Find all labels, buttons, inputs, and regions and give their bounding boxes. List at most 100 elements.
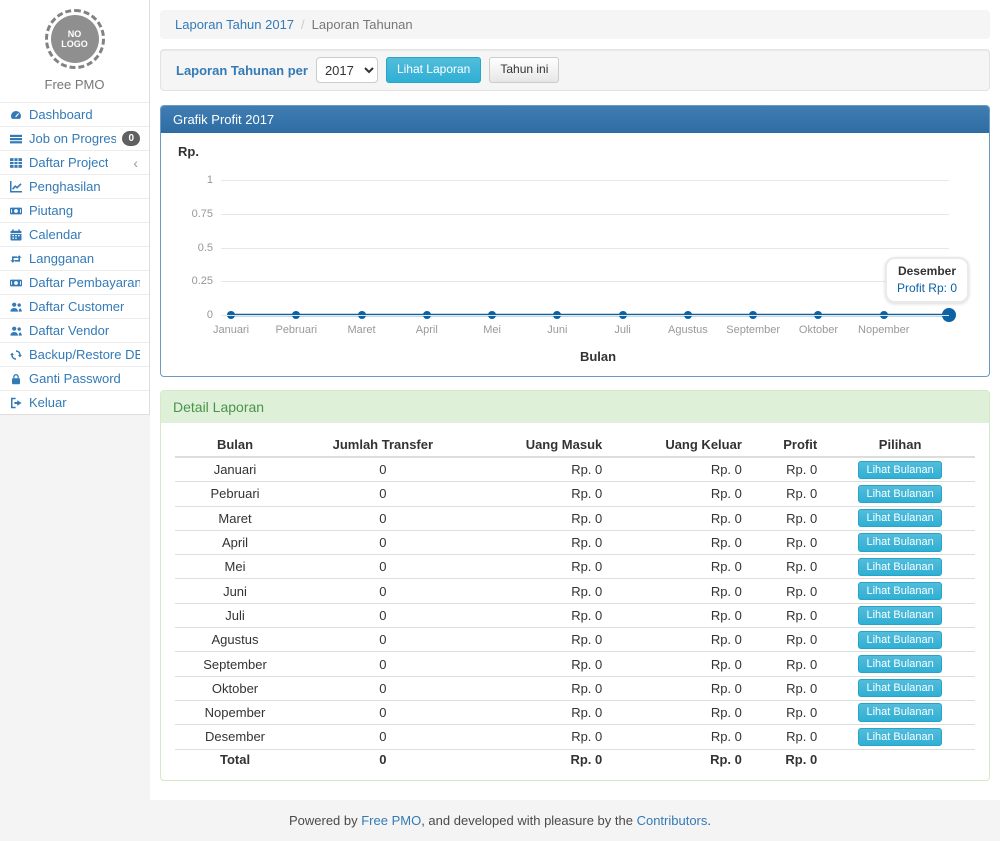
- breadcrumb-separator: /: [301, 17, 305, 32]
- column-header-bulan: Bulan: [175, 433, 295, 457]
- cell-bulan: Juli: [175, 603, 295, 627]
- sidebar-item-daftar-pembayaran[interactable]: Daftar Pembayaran: [0, 270, 149, 294]
- lihat-bulanan-button-januari[interactable]: Lihat Bulanan: [858, 461, 941, 479]
- table-row-oktober: Oktober0Rp. 0Rp. 0Rp. 0Lihat Bulanan: [175, 676, 975, 700]
- cell-pilihan: Lihat Bulanan: [825, 603, 975, 627]
- sidebar-item-label: Job on Progress: [29, 131, 116, 146]
- cell-profit: Rp. 0: [750, 579, 825, 603]
- cell-pilihan: Lihat Bulanan: [825, 579, 975, 603]
- sidebar-item-piutang[interactable]: Piutang: [0, 198, 149, 222]
- cell-uang_keluar: Rp. 0: [610, 628, 750, 652]
- table-row-maret: Maret0Rp. 0Rp. 0Rp. 0Lihat Bulanan: [175, 506, 975, 530]
- cell-uang_masuk: Rp. 0: [471, 700, 611, 724]
- lihat-bulanan-button-agustus[interactable]: Lihat Bulanan: [858, 631, 941, 649]
- footer: Powered by Free PMO, and developed with …: [0, 800, 1000, 841]
- cell-pilihan: Lihat Bulanan: [825, 676, 975, 700]
- lihat-laporan-button[interactable]: Lihat Laporan: [386, 57, 481, 83]
- cell-jumlah_transfer: 0: [295, 579, 471, 603]
- lihat-bulanan-button-nopember[interactable]: Lihat Bulanan: [858, 703, 941, 721]
- cell-uang_masuk: Rp. 0: [471, 482, 611, 506]
- lihat-bulanan-button-september[interactable]: Lihat Bulanan: [858, 655, 941, 673]
- cell-uang_keluar: Rp. 0: [610, 530, 750, 554]
- profit-chart-panel: Grafik Profit 2017 Rp. Desember Profit R…: [160, 105, 990, 377]
- footer-text-suffix: .: [707, 813, 711, 828]
- cell-uang_keluar: Rp. 0: [610, 700, 750, 724]
- breadcrumb-link-laporan-tahun[interactable]: Laporan Tahun 2017: [175, 17, 294, 32]
- sidebar-item-penghasilan[interactable]: Penghasilan: [0, 174, 149, 198]
- sidebar-item-daftar-vendor[interactable]: Daftar Vendor: [0, 318, 149, 342]
- lihat-bulanan-button-maret[interactable]: Lihat Bulanan: [858, 509, 941, 527]
- table-icon: [9, 157, 23, 169]
- sidebar-item-langganan[interactable]: Langganan: [0, 246, 149, 270]
- lihat-bulanan-button-mei[interactable]: Lihat Bulanan: [858, 558, 941, 576]
- cell-bulan: Pebruari: [175, 482, 295, 506]
- cell-bulan: Maret: [175, 506, 295, 530]
- cell-profit: Rp. 0: [750, 652, 825, 676]
- footer-link-contributors[interactable]: Contributors: [637, 813, 708, 828]
- year-select[interactable]: 2017: [316, 57, 378, 83]
- x-tick-label-juni: Juni: [547, 324, 567, 336]
- sidebar-item-daftar-project[interactable]: Daftar Project‹: [0, 150, 149, 174]
- sidebar-item-backup-restore-db[interactable]: Backup/Restore DB: [0, 342, 149, 366]
- tahun-ini-button[interactable]: Tahun ini: [489, 57, 559, 83]
- table-row-januari: Januari0Rp. 0Rp. 0Rp. 0Lihat Bulanan: [175, 457, 975, 482]
- cell-pilihan: Lihat Bulanan: [825, 530, 975, 554]
- sidebar-item-job-on-progress[interactable]: Job on Progress0: [0, 126, 149, 150]
- cell-bulan: Mei: [175, 555, 295, 579]
- table-row-juli: Juli0Rp. 0Rp. 0Rp. 0Lihat Bulanan: [175, 603, 975, 627]
- total-cell-jumlah_transfer: 0: [295, 749, 471, 770]
- cell-uang_keluar: Rp. 0: [610, 603, 750, 627]
- cell-bulan: Agustus: [175, 628, 295, 652]
- sidebar-item-label: Ganti Password: [29, 371, 121, 386]
- gridline: [221, 180, 949, 181]
- table-row-total: Total0Rp. 0Rp. 0Rp. 0: [175, 749, 975, 770]
- lihat-bulanan-button-april[interactable]: Lihat Bulanan: [858, 533, 941, 551]
- lihat-bulanan-button-juli[interactable]: Lihat Bulanan: [858, 606, 941, 624]
- lihat-bulanan-button-juni[interactable]: Lihat Bulanan: [858, 582, 941, 600]
- table-row-nopember: Nopember0Rp. 0Rp. 0Rp. 0Lihat Bulanan: [175, 700, 975, 724]
- column-header-profit: Profit: [750, 433, 825, 457]
- cell-uang_masuk: Rp. 0: [471, 530, 611, 554]
- sidebar-item-calendar[interactable]: Calendar: [0, 222, 149, 246]
- footer-link-free-pmo[interactable]: Free PMO: [361, 813, 421, 828]
- cell-jumlah_transfer: 0: [295, 700, 471, 724]
- money-icon: [9, 205, 23, 217]
- lihat-bulanan-button-pebruari[interactable]: Lihat Bulanan: [858, 485, 941, 503]
- lihat-bulanan-button-desember[interactable]: Lihat Bulanan: [858, 728, 941, 746]
- cell-uang_keluar: Rp. 0: [610, 579, 750, 603]
- sidebar: NO LOGO Free PMO DashboardJob on Progres…: [0, 0, 150, 800]
- detail-laporan-body: BulanJumlah TransferUang MasukUang Kelua…: [161, 423, 989, 780]
- x-tick-label-januari: Januari: [213, 324, 249, 336]
- sidebar-item-label: Backup/Restore DB: [29, 347, 140, 362]
- report-filter-bar: Laporan Tahunan per 2017 Lihat Laporan T…: [160, 49, 990, 91]
- footer-text-middle: , and developed with pleasure by the: [421, 813, 636, 828]
- dashboard-icon: [9, 109, 23, 121]
- cell-pilihan: Lihat Bulanan: [825, 506, 975, 530]
- table-row-mei: Mei0Rp. 0Rp. 0Rp. 0Lihat Bulanan: [175, 555, 975, 579]
- cell-uang_masuk: Rp. 0: [471, 579, 611, 603]
- sidebar-item-ganti-password[interactable]: Ganti Password: [0, 366, 149, 390]
- calendar-icon: [9, 229, 23, 241]
- cell-uang_keluar: Rp. 0: [610, 506, 750, 530]
- users-icon: [9, 301, 23, 313]
- cell-jumlah_transfer: 0: [295, 482, 471, 506]
- y-tick-label: 0.5: [198, 242, 213, 254]
- cell-uang_keluar: Rp. 0: [610, 676, 750, 700]
- cell-bulan: Juni: [175, 579, 295, 603]
- refresh-icon: [9, 349, 23, 361]
- x-tick-label-nopember: Nopember: [858, 324, 909, 336]
- retweet-icon: [9, 253, 23, 265]
- table-row-juni: Juni0Rp. 0Rp. 0Rp. 0Lihat Bulanan: [175, 579, 975, 603]
- sidebar-item-keluar[interactable]: Keluar: [0, 390, 149, 414]
- x-tick-label-pebruari: Pebruari: [275, 324, 317, 336]
- money-icon: [9, 277, 23, 289]
- column-header-uang-masuk: Uang Masuk: [471, 433, 611, 457]
- cell-uang_masuk: Rp. 0: [471, 506, 611, 530]
- lihat-bulanan-button-oktober[interactable]: Lihat Bulanan: [858, 679, 941, 697]
- chart-y-axis-title: Rp.: [178, 144, 975, 159]
- signout-icon: [9, 397, 23, 409]
- sidebar-item-dashboard[interactable]: Dashboard: [0, 102, 149, 126]
- cell-bulan: Nopember: [175, 700, 295, 724]
- cell-uang_keluar: Rp. 0: [610, 555, 750, 579]
- sidebar-item-daftar-customer[interactable]: Daftar Customer: [0, 294, 149, 318]
